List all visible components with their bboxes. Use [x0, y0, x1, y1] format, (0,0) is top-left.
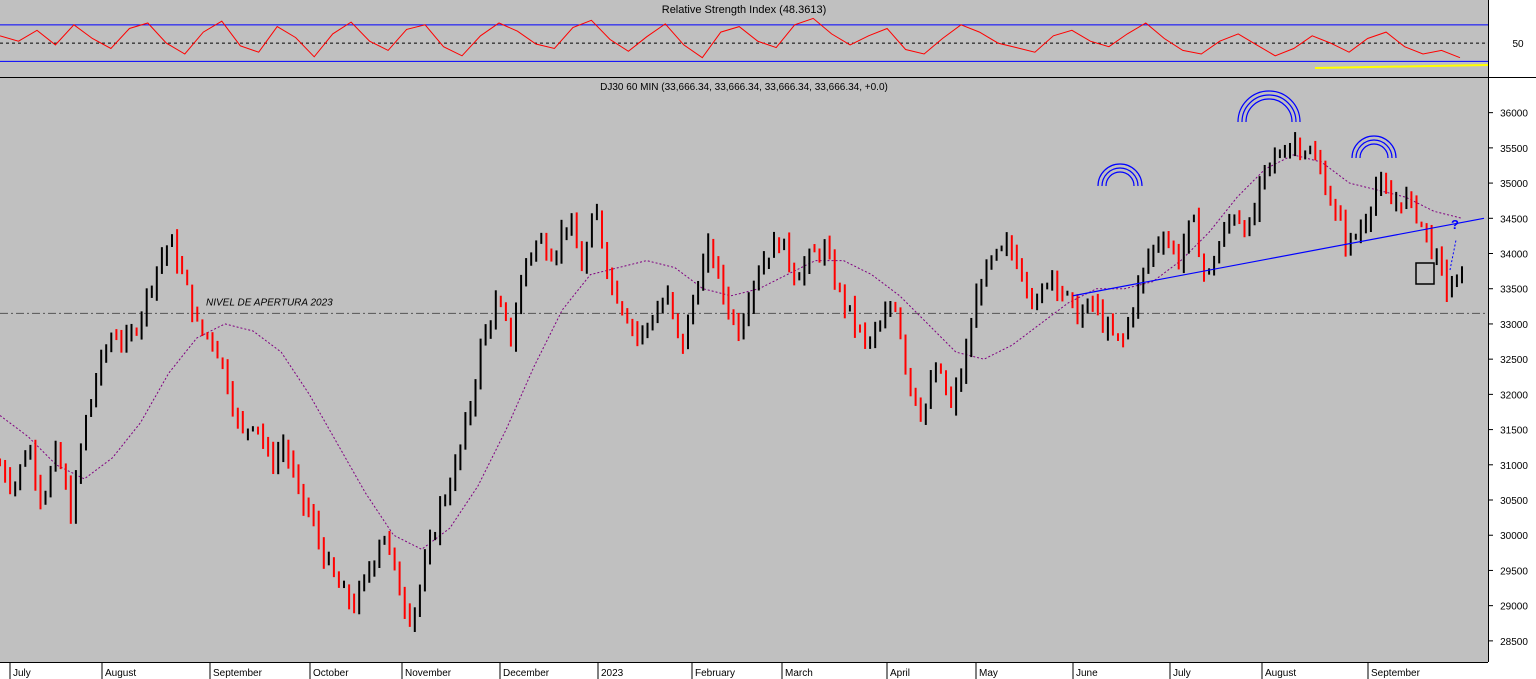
- x-tick-label: April: [890, 668, 910, 679]
- y-tick-label: 29000: [1500, 602, 1528, 613]
- y-tick-label: 33500: [1500, 285, 1528, 296]
- price-title: DJ30 60 MIN (33,666.34, 33,666.34, 33,66…: [600, 82, 888, 93]
- x-tick-label: July: [1173, 668, 1191, 679]
- x-tick-label: February: [695, 668, 735, 679]
- y-tick-label: 31500: [1500, 426, 1528, 437]
- x-tick-label: June: [1076, 668, 1098, 679]
- chart-canvas: Relative Strength Index (48.3613) 50 NIV…: [0, 0, 1536, 679]
- y-tick-label: 35000: [1500, 179, 1528, 190]
- y-tick-label: 30500: [1500, 496, 1528, 507]
- y-tick-label: 30000: [1500, 531, 1528, 542]
- x-tick-label: September: [213, 668, 263, 679]
- y-tick-label: 33000: [1500, 320, 1528, 331]
- x-tick-label: September: [1371, 668, 1421, 679]
- y-tick-label: 34000: [1500, 250, 1528, 261]
- y-tick-label: 32000: [1500, 390, 1528, 401]
- chart-window: Relative Strength Index (48.3613) 50 NIV…: [0, 0, 1536, 679]
- y-tick-label: 35500: [1500, 144, 1528, 155]
- rsi-panel: Relative Strength Index (48.3613) 50: [0, 0, 1524, 77]
- rsi-tick-label: 50: [1512, 39, 1524, 50]
- x-tick-label: August: [1265, 668, 1296, 679]
- y-tick-label: 32500: [1500, 355, 1528, 366]
- x-tick-label: March: [785, 668, 813, 679]
- rsi-title: Relative Strength Index (48.3613): [662, 4, 827, 16]
- x-tick-label: July: [13, 668, 31, 679]
- y-tick-label: 28500: [1500, 637, 1528, 648]
- y-tick-label: 34500: [1500, 214, 1528, 225]
- x-tick-label: November: [405, 668, 452, 679]
- y-tick-label: 29500: [1500, 566, 1528, 577]
- x-tick-label: May: [979, 668, 998, 679]
- price-panel: NIVEL DE APERTURA 2023 ? DJ30 60 MIN (33…: [0, 78, 1528, 662]
- x-tick-label: October: [313, 668, 349, 679]
- price-y-axis: 28500 29000 29500 30000 30500 31000 31500 32000…: [1488, 109, 1528, 648]
- y-tick-label: 36000: [1500, 109, 1528, 120]
- question-mark-annotation: ?: [1451, 217, 1459, 232]
- x-tick-label: December: [503, 668, 550, 679]
- y-tick-label: 31000: [1500, 461, 1528, 472]
- x-tick-label: 2023: [601, 668, 624, 679]
- x-tick-label: August: [105, 668, 136, 679]
- opening-level-label: NIVEL DE APERTURA 2023: [206, 297, 333, 308]
